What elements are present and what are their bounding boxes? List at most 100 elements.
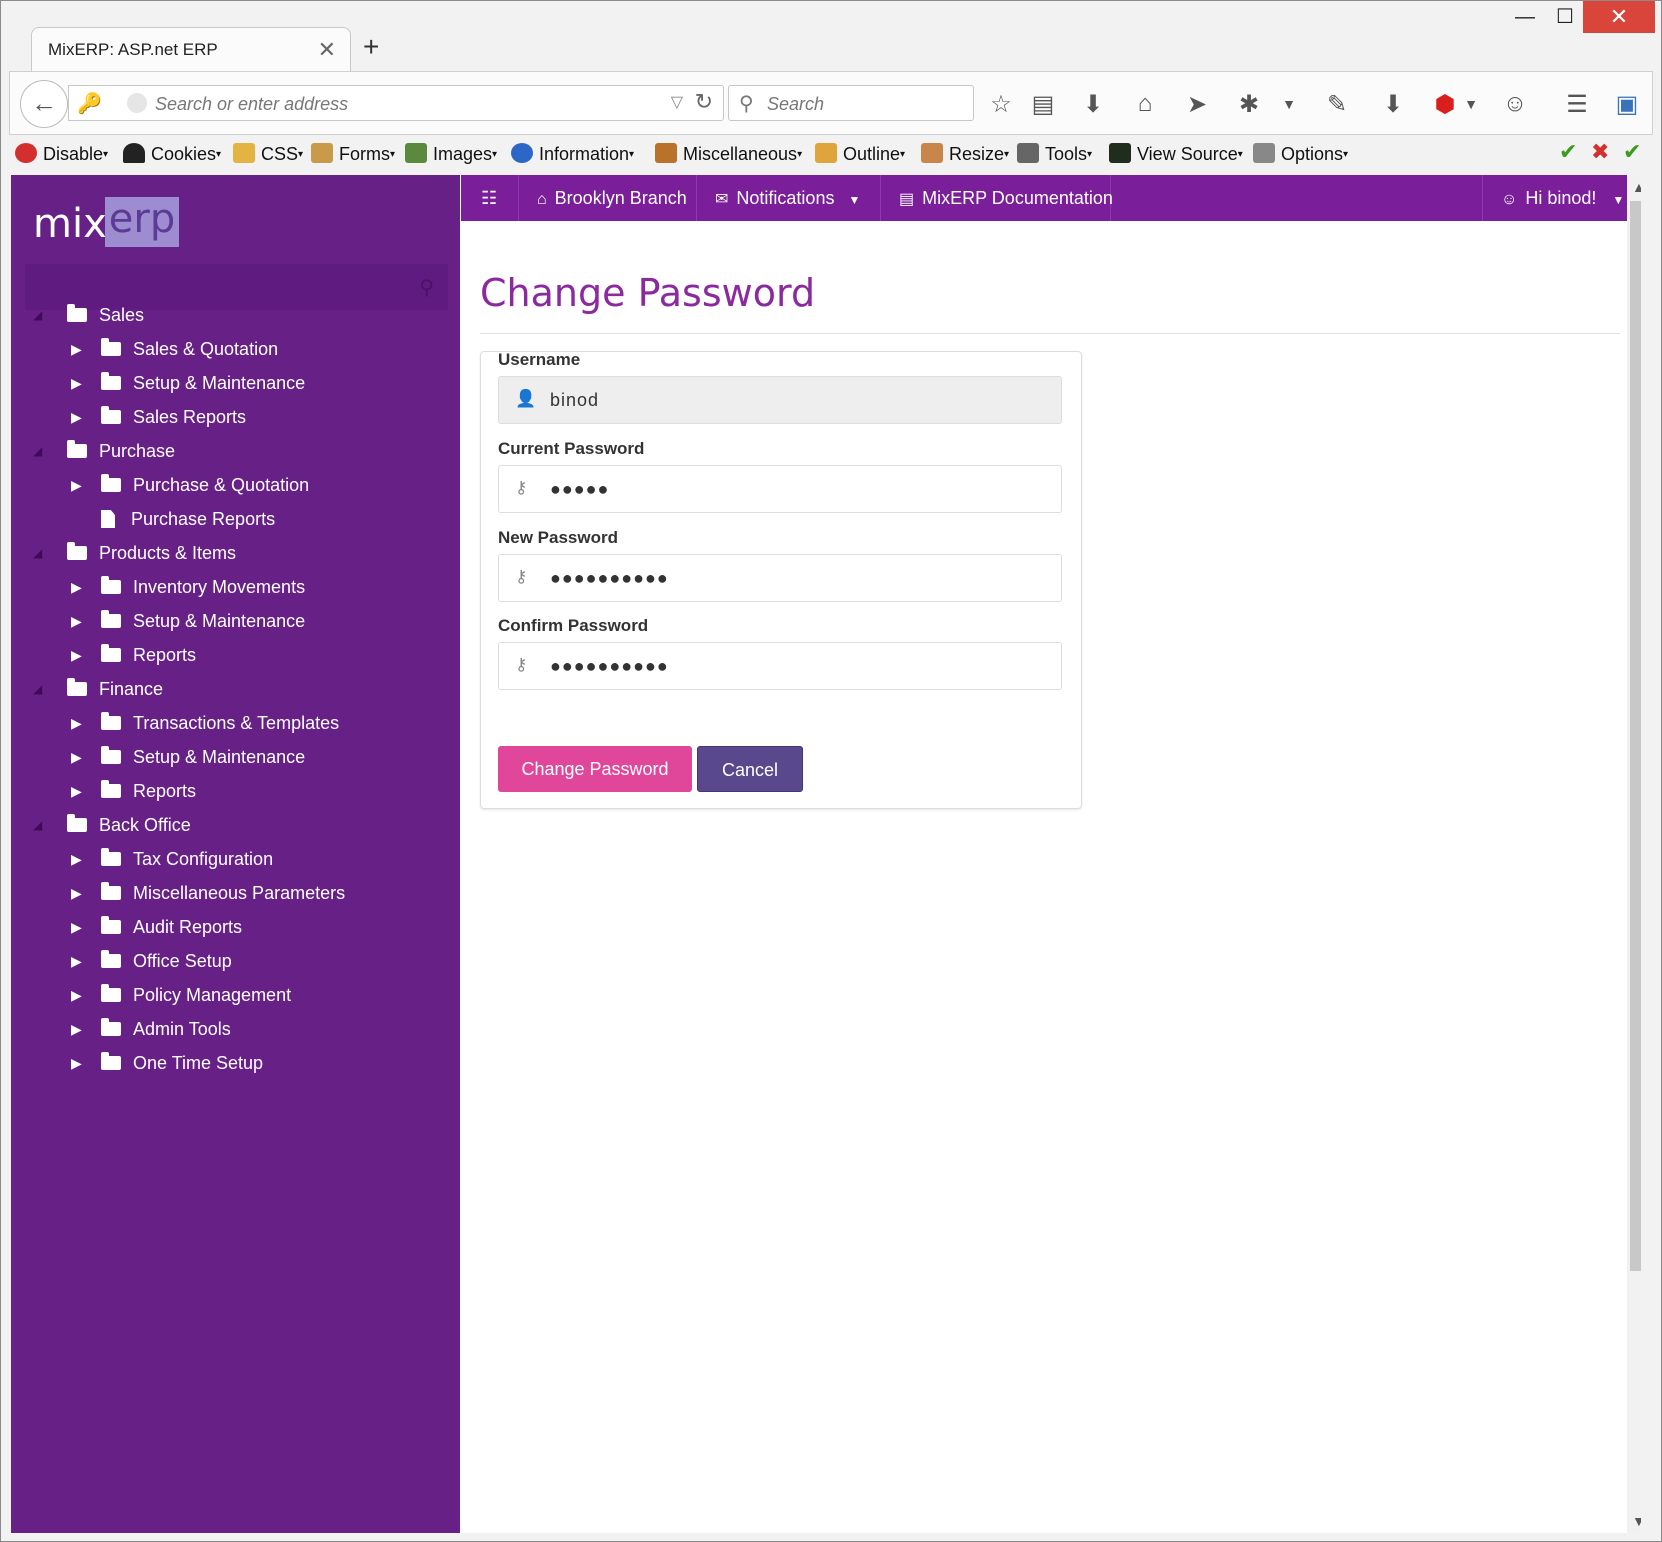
title-bar: MixERP: ASP.net ERP ✕ + — ☐ ✕	[1, 1, 1661, 71]
view-source-icon	[1109, 143, 1131, 163]
user-icon: 👤	[515, 389, 537, 408]
expand-arrow-icon[interactable]: ▶	[71, 640, 82, 670]
user-menu[interactable]: ☺ Hi binod! ▼	[1482, 175, 1636, 221]
adblock-dropdown-icon[interactable]: ▼	[1454, 96, 1488, 112]
pin-icon[interactable]: ✎	[1320, 90, 1354, 119]
page-viewport: mix erp ⚲ ◢ Sales ▶ Sales & Quotation ▶ Setup…	[11, 175, 1641, 1533]
new-tab-icon[interactable]: +	[363, 31, 379, 63]
expand-arrow-icon[interactable]: ▶	[71, 776, 82, 806]
sidebar-item-content: One Time Setup	[101, 1048, 263, 1078]
expand-arrow-icon[interactable]: ▶	[71, 742, 82, 772]
search-bar[interactable]: ⚲ Search	[728, 85, 974, 121]
check-icon[interactable]: ✔	[1559, 139, 1577, 165]
dev-item-label: Tools	[1045, 144, 1088, 164]
cookies-icon	[123, 143, 145, 163]
hamburger-menu-icon[interactable]: ☰	[1560, 90, 1594, 119]
expand-arrow-icon[interactable]: ▶	[71, 912, 82, 942]
downloads-icon[interactable]: ⬇	[1376, 90, 1410, 119]
expand-arrow-icon[interactable]: ▶	[71, 844, 82, 874]
expand-arrow-icon[interactable]: ▶	[71, 606, 82, 636]
browser-tab[interactable]: MixERP: ASP.net ERP ✕	[31, 27, 351, 71]
notifications-dropdown[interactable]: ✉ Notifications ▼	[697, 175, 881, 221]
confirm-password-field[interactable]: ⚷ ●●●●●●●●●●	[498, 642, 1062, 690]
expand-arrow-icon[interactable]: ▶	[71, 334, 82, 364]
information-icon	[511, 143, 533, 163]
expand-arrow-icon[interactable]: ▶	[71, 1014, 82, 1044]
vertical-scrollbar[interactable]: ▲ ▼	[1627, 175, 1641, 1533]
expand-arrow-icon[interactable]: ▶	[71, 946, 82, 976]
dev-resize[interactable]: Resize▾	[921, 143, 1009, 165]
dev-item-label: Resize	[949, 144, 1005, 164]
smiley-icon: ☺	[1501, 191, 1518, 208]
cancel-button[interactable]: Cancel	[697, 746, 803, 792]
window-close-icon[interactable]: ✕	[1583, 1, 1655, 33]
folder-open-icon	[101, 712, 121, 730]
tab-close-icon[interactable]: ✕	[318, 37, 336, 63]
home-icon[interactable]: ⌂	[1128, 90, 1162, 118]
reload-icon[interactable]: ↻	[695, 89, 713, 115]
maximize-icon[interactable]: ☐	[1541, 1, 1589, 33]
key-icon[interactable]: 🔑	[77, 91, 102, 116]
firebug-dropdown-icon[interactable]: ▼	[1272, 96, 1306, 112]
dev-tools[interactable]: Tools▾	[1017, 143, 1092, 165]
expand-arrow-icon[interactable]: ▶	[71, 572, 82, 602]
download-arrow-icon[interactable]: ⬇	[1076, 90, 1110, 119]
settings-sliders-icon[interactable]: ☷	[461, 175, 519, 221]
dev-forms[interactable]: Forms▾	[311, 143, 395, 165]
bookmark-star-icon[interactable]: ☆	[984, 90, 1018, 119]
expand-arrow-icon[interactable]: ▶	[71, 470, 82, 500]
folder-open-icon	[67, 440, 87, 458]
error-icon[interactable]: ✖	[1591, 139, 1609, 165]
folder-open-icon	[101, 916, 121, 934]
image-icon[interactable]: ▣	[1610, 90, 1644, 119]
folder-open-icon	[67, 542, 87, 560]
reading-list-icon[interactable]: ▤	[1026, 90, 1060, 119]
collapse-triangle-icon[interactable]: ◢	[33, 674, 42, 704]
sidebar-item-label: Purchase Reports	[131, 509, 276, 529]
collapse-triangle-icon[interactable]: ◢	[33, 300, 42, 330]
expand-arrow-icon[interactable]: ▶	[71, 708, 82, 738]
firebug-icon[interactable]: ✱	[1232, 90, 1266, 119]
expand-arrow-icon[interactable]: ▶	[71, 368, 82, 398]
dev-disable[interactable]: Disable▾	[15, 143, 108, 165]
collapse-triangle-icon[interactable]: ◢	[33, 810, 42, 840]
expand-arrow-icon[interactable]: ▶	[71, 980, 82, 1010]
branch-link[interactable]: ⌂ Brooklyn Branch	[519, 175, 697, 221]
back-arrow-icon[interactable]: ←	[20, 80, 68, 128]
search-icon[interactable]: ⚲	[419, 275, 434, 300]
collapse-triangle-icon[interactable]: ◢	[33, 538, 42, 568]
expand-arrow-icon[interactable]: ▶	[71, 402, 82, 432]
folder-open-icon	[101, 644, 121, 662]
chat-icon[interactable]: ☺	[1498, 90, 1532, 118]
folder-open-icon	[101, 576, 121, 594]
branch-label: Brooklyn Branch	[554, 188, 687, 208]
scroll-up-icon[interactable]: ▲	[1632, 179, 1641, 195]
dev-information[interactable]: Information▾	[511, 143, 634, 165]
documentation-link[interactable]: ▤ MixERP Documentation	[881, 175, 1113, 221]
collapse-triangle-icon[interactable]: ◢	[33, 436, 42, 466]
expand-arrow-icon[interactable]: ▶	[71, 1048, 82, 1078]
sidebar-item-content: Purchase Reports	[101, 504, 275, 534]
expand-arrow-icon[interactable]: ▶	[71, 878, 82, 908]
dev-cookies[interactable]: Cookies▾	[123, 143, 221, 165]
url-bar[interactable]: 🔑 Search or enter address ▽ ↻	[68, 85, 724, 121]
url-input[interactable]: Search or enter address	[155, 94, 348, 115]
search-input[interactable]: Search	[767, 94, 824, 115]
current-password-label: Current Password	[498, 439, 645, 458]
dev-outline[interactable]: Outline▾	[815, 143, 905, 165]
send-icon[interactable]: ➤	[1180, 90, 1214, 119]
scroll-down-icon[interactable]: ▼	[1632, 1513, 1641, 1529]
dev-options[interactable]: Options▾	[1253, 143, 1348, 165]
current-password-field[interactable]: ⚷ ●●●●●	[498, 465, 1062, 513]
dev-miscellaneous[interactable]: Miscellaneous▾	[655, 143, 802, 165]
dev-view-source[interactable]: View Source▾	[1109, 143, 1243, 165]
sidebar-item-content: Setup & Maintenance	[101, 606, 305, 636]
new-password-field[interactable]: ⚷ ●●●●●●●●●●	[498, 554, 1062, 602]
change-password-button[interactable]: Change Password	[498, 746, 692, 792]
url-dropdown-icon[interactable]: ▽	[671, 92, 683, 112]
dev-images[interactable]: Images▾	[405, 143, 497, 165]
dev-css[interactable]: CSS▾	[233, 143, 303, 165]
scrollbar-thumb[interactable]	[1630, 201, 1641, 1271]
check-icon[interactable]: ✔	[1623, 139, 1641, 165]
folder-open-icon	[101, 610, 121, 628]
